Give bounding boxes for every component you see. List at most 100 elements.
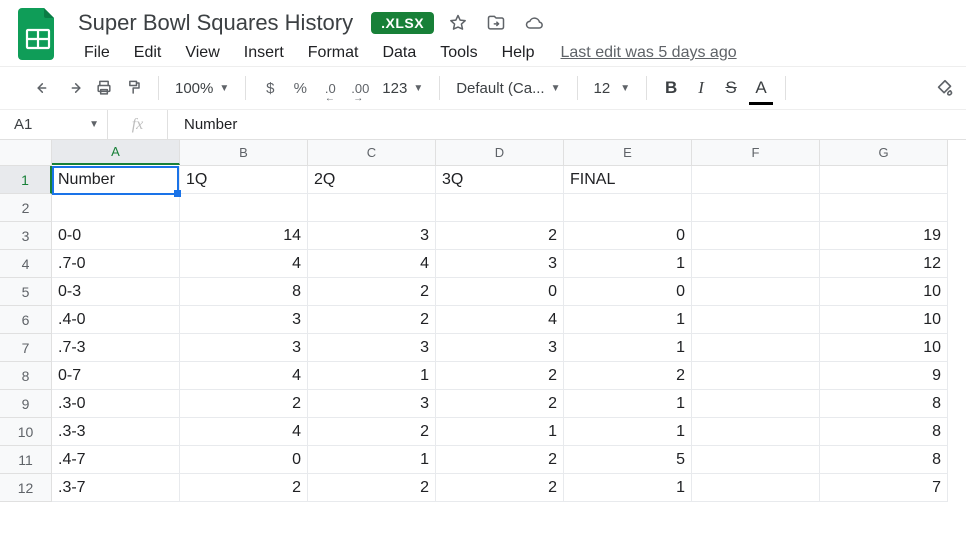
cell[interactable]: .3-3 [52, 418, 180, 446]
text-color-button[interactable]: A [747, 73, 775, 103]
spreadsheet-grid[interactable]: ABCDEFG1Number1Q2Q3QFINAL230-014320194.7… [0, 140, 966, 502]
document-title[interactable]: Super Bowl Squares History [74, 8, 357, 38]
cell[interactable]: 2 [436, 474, 564, 502]
cell[interactable] [308, 194, 436, 222]
cell[interactable]: 2 [308, 418, 436, 446]
cell[interactable]: 7 [820, 474, 948, 502]
cell[interactable]: 3 [436, 334, 564, 362]
cell[interactable]: 3 [308, 390, 436, 418]
cell[interactable]: .4-0 [52, 306, 180, 334]
cell[interactable]: 1 [564, 390, 692, 418]
cell[interactable]: 3 [436, 250, 564, 278]
row-header[interactable]: 8 [0, 362, 52, 390]
font-size-select[interactable]: 12 ▼ [588, 80, 637, 97]
cell[interactable]: 1 [308, 362, 436, 390]
cell[interactable] [692, 334, 820, 362]
column-header[interactable]: F [692, 140, 820, 166]
menu-format[interactable]: Format [298, 40, 369, 66]
sheets-app-icon[interactable] [18, 8, 58, 60]
menu-edit[interactable]: Edit [124, 40, 172, 66]
redo-button[interactable] [60, 73, 88, 103]
row-header[interactable]: 9 [0, 390, 52, 418]
row-header[interactable]: 4 [0, 250, 52, 278]
cell[interactable]: 14 [180, 222, 308, 250]
decrease-decimal-button[interactable]: .0← [316, 73, 344, 103]
cell[interactable]: 4 [180, 362, 308, 390]
move-to-folder-icon[interactable] [486, 13, 506, 33]
italic-button[interactable]: I [687, 73, 715, 103]
cell[interactable]: 0 [564, 222, 692, 250]
zoom-select[interactable]: 100% ▼ [169, 80, 235, 97]
cell[interactable] [52, 194, 180, 222]
cell[interactable] [436, 194, 564, 222]
row-header[interactable]: 11 [0, 446, 52, 474]
print-button[interactable] [90, 73, 118, 103]
cell[interactable]: 1 [308, 446, 436, 474]
cell[interactable]: 1 [564, 306, 692, 334]
column-header[interactable]: A [52, 140, 180, 165]
cell[interactable]: 8 [820, 390, 948, 418]
cell[interactable]: 0 [564, 278, 692, 306]
cell[interactable]: 2 [436, 222, 564, 250]
cell[interactable]: 1 [564, 250, 692, 278]
formula-input[interactable]: Number [168, 110, 966, 139]
cell[interactable] [820, 194, 948, 222]
menu-view[interactable]: View [175, 40, 229, 66]
cell[interactable]: 4 [308, 250, 436, 278]
cell[interactable]: 1 [564, 334, 692, 362]
number-format-select[interactable]: 123 ▼ [376, 80, 429, 97]
cell[interactable] [692, 418, 820, 446]
row-header[interactable]: 2 [0, 194, 52, 222]
cell[interactable]: 2Q [308, 166, 436, 194]
row-header[interactable]: 7 [0, 334, 52, 362]
cell[interactable]: .4-7 [52, 446, 180, 474]
column-header[interactable]: B [180, 140, 308, 166]
increase-decimal-button[interactable]: .00→ [346, 73, 374, 103]
cell[interactable] [692, 278, 820, 306]
cell[interactable]: 3 [308, 334, 436, 362]
cell[interactable] [692, 166, 820, 194]
cell[interactable]: FINAL [564, 166, 692, 194]
cell[interactable]: 2 [308, 306, 436, 334]
cell[interactable]: 4 [180, 418, 308, 446]
cell[interactable] [692, 390, 820, 418]
cell[interactable] [692, 446, 820, 474]
name-box[interactable]: A1 ▼ [0, 110, 108, 139]
cell[interactable]: .7-3 [52, 334, 180, 362]
cell[interactable]: 8 [180, 278, 308, 306]
cell[interactable]: 19 [820, 222, 948, 250]
cell[interactable]: .3-0 [52, 390, 180, 418]
undo-button[interactable] [30, 73, 58, 103]
menu-insert[interactable]: Insert [234, 40, 294, 66]
cell[interactable]: 2 [436, 446, 564, 474]
cell[interactable] [820, 166, 948, 194]
cell[interactable]: 2 [180, 474, 308, 502]
cell[interactable]: 0-0 [52, 222, 180, 250]
font-family-select[interactable]: Default (Ca... ▼ [450, 80, 566, 97]
cell[interactable]: 10 [820, 278, 948, 306]
menu-help[interactable]: Help [492, 40, 545, 66]
cloud-status-icon[interactable] [524, 13, 544, 33]
cell[interactable] [692, 362, 820, 390]
paint-format-button[interactable] [120, 73, 148, 103]
cell[interactable]: Number [52, 166, 180, 194]
cell[interactable]: 9 [820, 362, 948, 390]
cell[interactable]: 0 [180, 446, 308, 474]
cell[interactable]: 2 [308, 474, 436, 502]
cell[interactable]: 0-7 [52, 362, 180, 390]
cell[interactable]: 12 [820, 250, 948, 278]
cell[interactable] [692, 194, 820, 222]
cell[interactable]: 3 [180, 334, 308, 362]
menu-tools[interactable]: Tools [430, 40, 487, 66]
strikethrough-button[interactable]: S [717, 73, 745, 103]
format-percent-button[interactable]: % [286, 73, 314, 103]
cell[interactable]: 10 [820, 334, 948, 362]
cell[interactable]: 0 [436, 278, 564, 306]
cell[interactable] [692, 306, 820, 334]
bold-button[interactable]: B [657, 73, 685, 103]
column-header[interactable]: E [564, 140, 692, 166]
cell[interactable] [180, 194, 308, 222]
last-edit-link[interactable]: Last edit was 5 days ago [561, 44, 737, 62]
cell[interactable]: 1 [564, 418, 692, 446]
cell[interactable]: 3Q [436, 166, 564, 194]
